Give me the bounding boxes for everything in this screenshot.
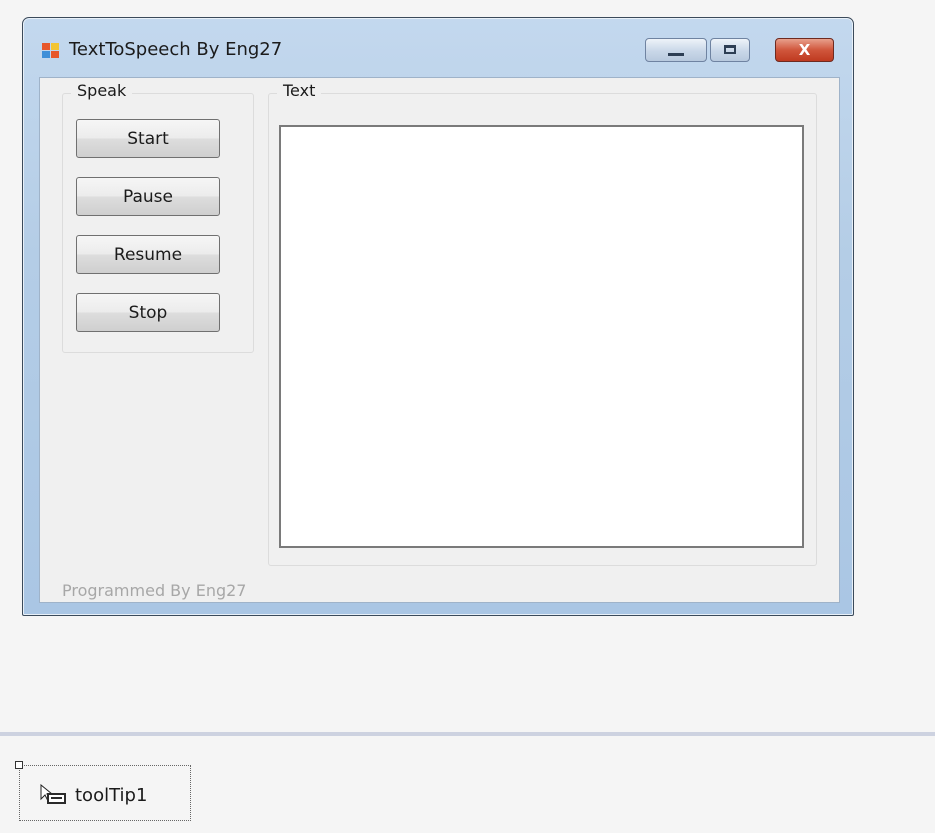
maximize-button[interactable] bbox=[710, 38, 750, 62]
app-icon bbox=[42, 43, 60, 59]
close-icon: X bbox=[798, 41, 811, 59]
pause-button[interactable]: Pause bbox=[76, 177, 220, 216]
text-groupbox[interactable]: Text bbox=[268, 81, 817, 566]
speak-groupbox[interactable]: Speak Start Pause Resume Stop bbox=[62, 81, 254, 353]
stop-button[interactable]: Stop bbox=[76, 293, 220, 332]
close-button[interactable]: X bbox=[775, 38, 834, 62]
minimize-button[interactable] bbox=[645, 38, 707, 62]
form-client-area[interactable]: Speak Start Pause Resume Stop Text Progr… bbox=[39, 77, 840, 603]
tooltip-component-icon bbox=[40, 784, 66, 804]
selection-handle[interactable] bbox=[15, 761, 23, 769]
speak-group-caption: Speak bbox=[71, 81, 133, 100]
resume-button[interactable]: Resume bbox=[76, 235, 220, 274]
form-window[interactable]: TextToSpeech By Eng27 X Speak Start Paus… bbox=[22, 17, 854, 616]
programmed-by-label: Programmed By Eng27 bbox=[62, 581, 247, 600]
start-button[interactable]: Start bbox=[76, 119, 220, 158]
speech-text-input[interactable] bbox=[279, 125, 804, 548]
component-tray-separator bbox=[0, 732, 935, 736]
title-bar[interactable]: TextToSpeech By Eng27 X bbox=[23, 18, 853, 74]
text-group-caption: Text bbox=[277, 81, 322, 100]
tooltip-component[interactable]: toolTip1 bbox=[15, 761, 191, 821]
window-title: TextToSpeech By Eng27 bbox=[69, 39, 283, 60]
tooltip-component-label: toolTip1 bbox=[75, 785, 148, 806]
